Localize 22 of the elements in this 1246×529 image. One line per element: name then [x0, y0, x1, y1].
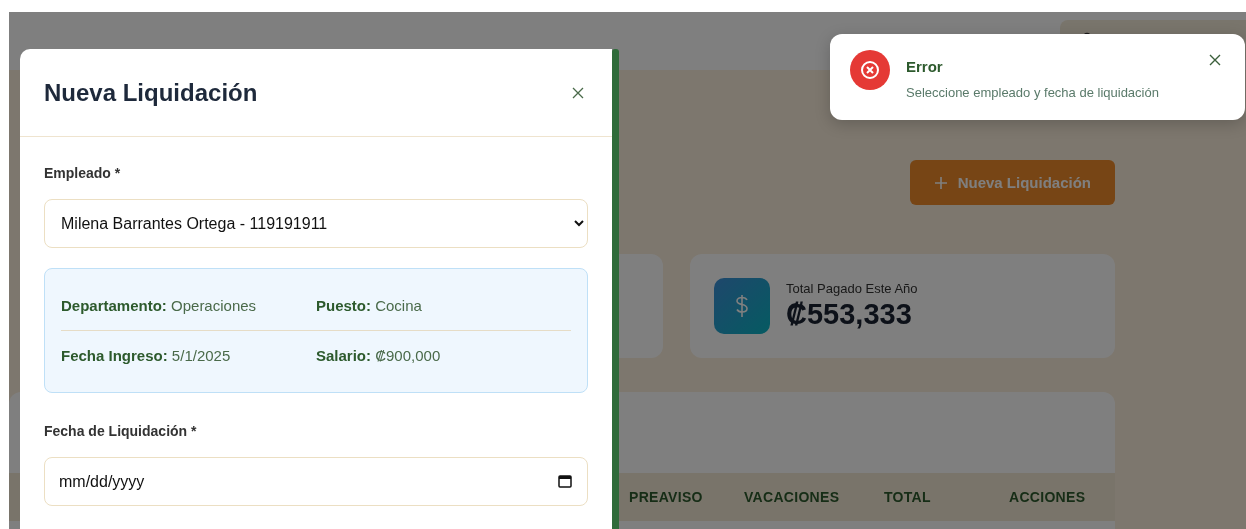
info-text: Departamento: Operaciones — [61, 297, 258, 314]
column-header: ACCIONES — [1009, 489, 1086, 505]
info-text: Fecha Ingreso: 5/1/2025 — [61, 347, 232, 364]
stat-label: Total Pagado Este Año — [786, 281, 918, 296]
plus-icon — [933, 175, 948, 190]
info-text: Salario: ₡900,000 — [316, 347, 442, 364]
employee-select[interactable]: Milena Barrantes Ortega - 119191911 — [44, 199, 588, 248]
modal-title: Nueva Liquidación — [44, 78, 258, 107]
stat-value: ₡553,333 — [786, 298, 913, 331]
calendar-icon — [558, 474, 572, 488]
dollar-icon — [714, 278, 770, 334]
toast-message: Seleccione empleado y fecha de liquidación — [906, 85, 1160, 100]
date-field[interactable]: mm/dd/yyyy — [44, 457, 588, 506]
column-header: TOTAL — [884, 489, 932, 505]
error-icon — [850, 50, 890, 90]
scrollbar[interactable] — [612, 49, 619, 529]
column-header: PREAVISO — [629, 489, 704, 505]
column-header: VACACIONES — [744, 489, 841, 505]
field-label: Empleado * — [44, 165, 122, 181]
field-label: Fecha de Liquidación * — [44, 423, 198, 439]
toast-title: Error — [906, 58, 944, 75]
info-text: Puesto: Cocina — [316, 297, 423, 314]
